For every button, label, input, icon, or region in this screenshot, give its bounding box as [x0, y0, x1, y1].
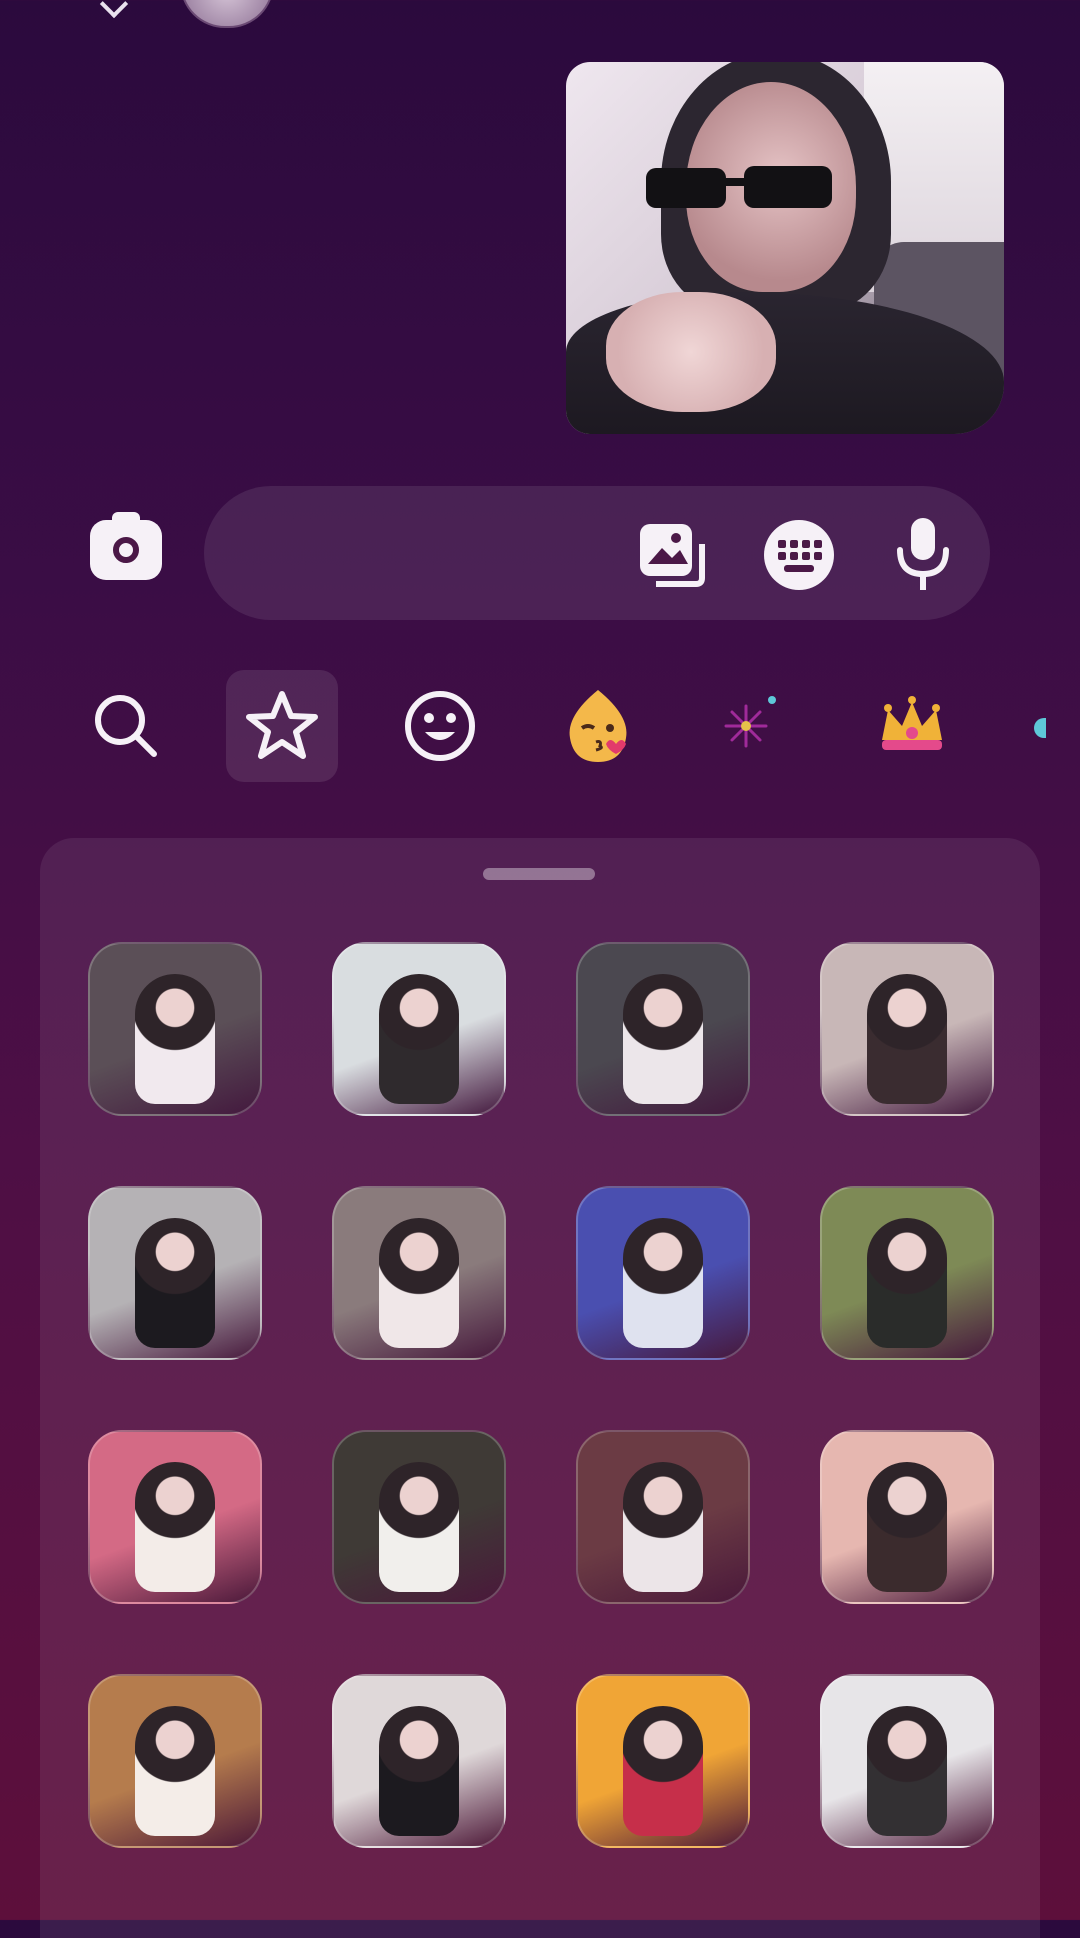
sticker-person-graphic [867, 1706, 947, 1836]
keyboard-icon[interactable] [764, 520, 834, 590]
camera-button[interactable] [90, 512, 162, 580]
sticker-category-tabs [0, 670, 1080, 790]
sticker-item[interactable] [820, 1674, 994, 1848]
contact-avatar[interactable] [180, 0, 274, 28]
message-input[interactable] [244, 516, 618, 592]
kiss-face-icon [569, 690, 627, 762]
sticker-person-graphic [135, 1218, 215, 1348]
sticker-item[interactable] [576, 942, 750, 1116]
sticker-item[interactable] [576, 1186, 750, 1360]
search-tab[interactable] [70, 670, 182, 782]
sticker-item[interactable] [820, 1430, 994, 1604]
sticker-item[interactable] [332, 1430, 506, 1604]
favorites-tab[interactable] [226, 670, 338, 782]
sticker-person-graphic [867, 1462, 947, 1592]
sticker-item[interactable] [576, 1674, 750, 1848]
sticker-person-graphic [135, 1706, 215, 1836]
sticker-person-graphic [623, 1218, 703, 1348]
kiss-emoji-tab[interactable] [542, 670, 654, 782]
back-chevron-icon[interactable] [99, 0, 129, 19]
sticker-person-graphic [135, 974, 215, 1104]
panel-drag-handle[interactable] [483, 868, 595, 880]
sticker-person-graphic [379, 1462, 459, 1592]
sticker-person-graphic [379, 1706, 459, 1836]
search-icon [95, 695, 157, 757]
sticker-item[interactable] [88, 1186, 262, 1360]
emoji-tab[interactable] [384, 670, 496, 782]
star-icon [246, 691, 318, 759]
sticker-person-graphic [135, 1462, 215, 1592]
sticker-person-graphic [867, 974, 947, 1104]
more-tabs-peek-icon [1034, 718, 1046, 738]
camera-icon [113, 537, 139, 563]
sparkle-icon [724, 696, 776, 748]
sticker-person-graphic [379, 1218, 459, 1348]
crown-icon [882, 696, 942, 750]
sticker-item[interactable] [332, 1674, 506, 1848]
sent-media-message[interactable] [566, 62, 1004, 434]
sticker-item[interactable] [576, 1430, 750, 1604]
sticker-person-graphic [867, 1218, 947, 1348]
sticker-item[interactable] [88, 942, 262, 1116]
crown-tab[interactable] [856, 670, 968, 782]
sticker-item[interactable] [88, 1674, 262, 1848]
sticker-person-graphic [623, 1462, 703, 1592]
sticker-item[interactable] [820, 1186, 994, 1360]
message-composer[interactable] [204, 486, 990, 620]
sticker-item[interactable] [820, 942, 994, 1116]
sticker-panel [40, 838, 1040, 1938]
smiley-icon [405, 691, 475, 761]
sparkle-tab[interactable] [690, 670, 802, 782]
sticker-person-graphic [623, 1706, 703, 1836]
microphone-icon[interactable] [888, 514, 958, 596]
sticker-item[interactable] [332, 942, 506, 1116]
sunglasses-graphic [646, 166, 832, 208]
sticker-item[interactable] [332, 1186, 506, 1360]
sticker-person-graphic [623, 974, 703, 1104]
sticker-item[interactable] [88, 1430, 262, 1604]
media-hands [606, 292, 776, 412]
sticker-person-graphic [379, 974, 459, 1104]
gallery-icon[interactable] [636, 520, 706, 590]
